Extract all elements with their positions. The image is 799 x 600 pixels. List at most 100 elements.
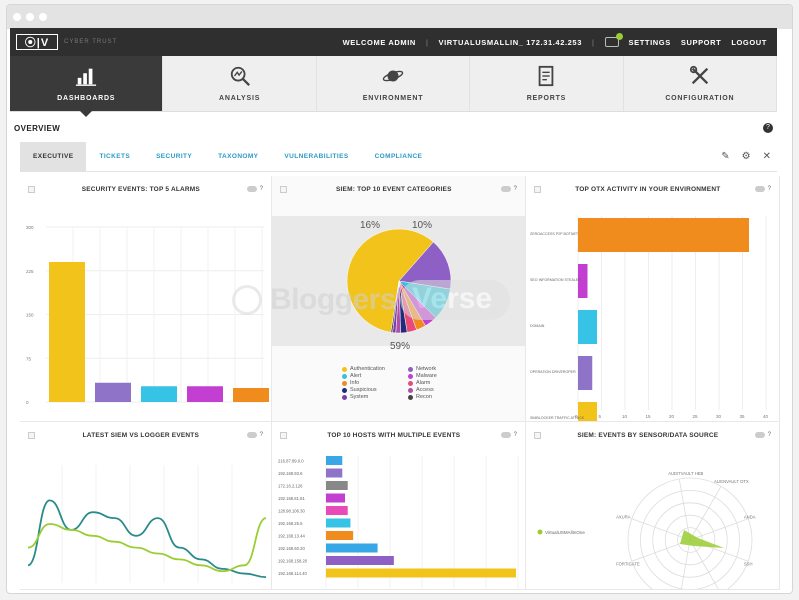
legend-label: Alarm [416, 380, 431, 386]
legend-swatch [342, 366, 347, 372]
overview-header: OVERVIEW ? [10, 118, 777, 138]
widget-checkbox[interactable] [534, 185, 541, 193]
y-tick-label: SEO INFORMATION STEALER [530, 278, 581, 282]
legend-item[interactable]: System [342, 394, 408, 400]
legend-item[interactable]: Info [342, 380, 408, 386]
top-bar: ⦿|V CYBER TRUST WELCOME ADMIN | VIRTUALU… [10, 28, 777, 56]
nav-dashboards[interactable]: DASHBOARDS [10, 56, 164, 117]
x-tick-label: 15 [646, 414, 652, 419]
widget-siem-vs-logger: LATEST SIEM VS LOGGER EVENTS ? [20, 422, 272, 590]
toggle-icon[interactable] [754, 186, 765, 192]
radar-axis-label: FORTIGATE [616, 561, 640, 566]
nav-environment[interactable]: ENVIRONMENT [317, 56, 471, 111]
window-dot-icon[interactable] [13, 13, 21, 21]
y-tick-label: 128.98.106.30 [278, 509, 305, 514]
radar-axis-label: AXURA [616, 515, 631, 520]
legend-label: Alert [350, 373, 362, 379]
tab-taxonomy[interactable]: TAXONOMY [205, 142, 271, 172]
widget-top-hosts: TOP 10 HOSTS WITH MULTIPLE EVENTS ? 216.… [272, 422, 526, 590]
gear-icon[interactable]: ⚙ [742, 151, 751, 162]
x-tick-label: 20 [669, 414, 675, 419]
tab-tickets[interactable]: TICKETS [86, 142, 143, 172]
nav-label: ENVIRONMENT [362, 95, 424, 102]
help-icon[interactable]: ? [763, 123, 773, 133]
y-tick-label: 216.87.89.0.0 [278, 459, 304, 464]
divider: | [591, 37, 595, 47]
help-icon[interactable]: ? [260, 186, 263, 192]
tab-security[interactable]: SECURITY [143, 142, 205, 172]
x-tick-label: 40 [763, 414, 769, 419]
logo-text: ⦿|V [24, 37, 50, 49]
widget-checkbox[interactable] [534, 431, 541, 439]
legend-swatch [408, 366, 413, 372]
toggle-icon[interactable] [246, 432, 257, 438]
legend-item[interactable]: Alarm [408, 380, 468, 386]
widget-grid: SECURITY EVENTS: TOP 5 ALARMS ? 300 225 15… [20, 176, 780, 590]
legend-item[interactable]: Malware [408, 373, 468, 379]
window-dot-icon[interactable] [26, 13, 34, 21]
y-tick-label: 172.16.2.126 [278, 484, 303, 489]
y-tick-label: 192.168.25.5 [278, 521, 303, 526]
legend-label: Authentication [350, 366, 385, 372]
x-tick-label: 30 [716, 414, 722, 419]
window-chrome [7, 5, 792, 29]
legend-item[interactable]: Recon [408, 394, 468, 400]
series-line [27, 499, 267, 578]
nav-reports[interactable]: REPORTS [470, 56, 624, 111]
y-tick-label: 192.168.114.40 [278, 571, 307, 576]
legend-label: Malware [416, 373, 437, 379]
toggle-icon[interactable] [500, 186, 511, 192]
widget-checkbox[interactable] [28, 185, 35, 193]
legend-item[interactable]: Network [408, 366, 468, 372]
alarms-bar-chart: 300 225 150 75 0 [26, 225, 269, 405]
bar [141, 386, 177, 402]
legend-item[interactable]: Alert [342, 373, 408, 379]
legend-label: Access [416, 387, 434, 393]
window-dot-icon[interactable] [39, 13, 47, 21]
help-icon[interactable]: ? [514, 432, 517, 438]
legend-item[interactable]: Authentication [342, 366, 408, 372]
help-icon[interactable]: ? [260, 432, 263, 438]
radar-spoke [689, 486, 722, 541]
logo-subtitle: CYBER TRUST [64, 39, 118, 45]
help-icon[interactable]: ? [768, 432, 771, 438]
settings-link[interactable]: SETTINGS [629, 38, 671, 47]
toggle-icon[interactable] [754, 432, 765, 438]
logo[interactable]: ⦿|V [16, 34, 58, 50]
widget-title: SIEM: TOP 10 EVENT CATEGORIES [336, 185, 452, 193]
bar-chart-icon [75, 65, 97, 89]
x-tick-label: 25 [693, 414, 699, 419]
y-tick-label: 225 [26, 269, 34, 274]
widget-sensor-source: SIEM: EVENTS BY SENSOR/DATA SOURCE ? AUD… [526, 422, 780, 590]
legend-swatch [408, 387, 413, 393]
legend-swatch [408, 373, 413, 379]
divider: | [425, 37, 429, 47]
widget-checkbox[interactable] [280, 431, 287, 439]
tab-vulnerabilities[interactable]: VULNERABILITIES [271, 142, 361, 172]
notification-icon[interactable] [604, 33, 623, 47]
legend-item[interactable]: Suspicious [342, 387, 408, 393]
bar [95, 382, 131, 402]
legend-swatch [408, 380, 413, 386]
bar [326, 493, 345, 503]
widget-checkbox[interactable] [280, 185, 287, 193]
help-icon[interactable]: ? [514, 186, 517, 192]
notification-badge [615, 33, 623, 40]
logout-link[interactable]: LOGOUT [731, 38, 767, 47]
widget-title: SIEM: EVENTS BY SENSOR/DATA SOURCE [577, 431, 719, 439]
edit-icon[interactable]: ✎ [721, 151, 729, 162]
legend-swatch [342, 394, 347, 400]
tab-executive[interactable]: EXECUTIVE [20, 141, 87, 172]
support-link[interactable]: SUPPORT [681, 38, 721, 47]
help-icon[interactable]: ? [768, 186, 771, 192]
toggle-icon[interactable] [500, 432, 511, 438]
widget-title: SECURITY EVENTS: TOP 5 ALARMS [81, 185, 200, 193]
widget-title: TOP 10 HOSTS WITH MULTIPLE EVENTS [327, 431, 461, 439]
nav-configuration[interactable]: CONFIGURATION [624, 56, 778, 111]
close-icon[interactable]: ✕ [763, 151, 771, 162]
nav-analysis[interactable]: ANALYSIS [163, 56, 317, 111]
legend-item[interactable]: Access [408, 387, 468, 393]
widget-checkbox[interactable] [28, 431, 35, 439]
tab-compliance[interactable]: COMPLIANCE [362, 142, 436, 172]
toggle-icon[interactable] [246, 186, 257, 192]
